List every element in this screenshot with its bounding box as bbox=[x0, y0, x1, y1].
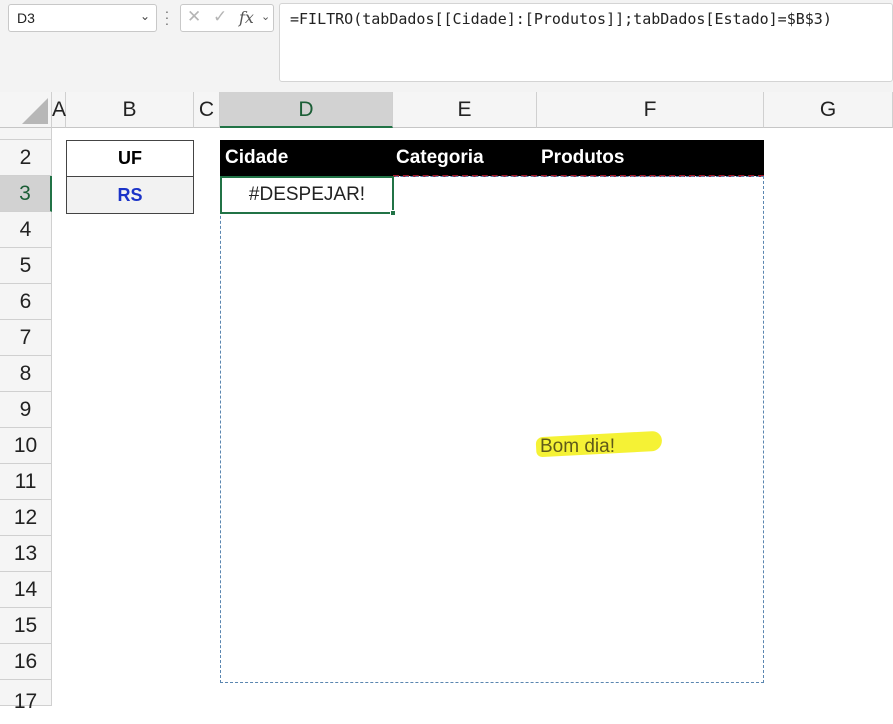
formula-buttons: ✕ ✓ fx ⌄ bbox=[180, 4, 274, 32]
column-header-e[interactable]: E bbox=[393, 92, 537, 128]
column-header-d[interactable]: D bbox=[220, 92, 393, 128]
select-all-corner[interactable] bbox=[0, 92, 52, 128]
row-header-14[interactable]: 14 bbox=[0, 572, 52, 608]
row-header-12[interactable]: 12 bbox=[0, 500, 52, 536]
cancel-icon[interactable]: ✕ bbox=[187, 7, 201, 27]
fill-handle[interactable] bbox=[390, 210, 396, 216]
table-header-cidade[interactable]: Cidade bbox=[225, 140, 288, 176]
name-box-value: D3 bbox=[17, 10, 35, 26]
row-header-5[interactable]: 5 bbox=[0, 248, 52, 284]
chevron-down-icon[interactable]: ⌄ bbox=[140, 9, 150, 23]
row-header-10[interactable]: 10 bbox=[0, 428, 52, 464]
column-header-a[interactable]: A bbox=[52, 92, 66, 128]
row-header-17[interactable]: 17 bbox=[0, 680, 52, 713]
chevron-down-icon[interactable]: ⌄ bbox=[261, 10, 270, 23]
row-header-8[interactable]: 8 bbox=[0, 356, 52, 392]
formula-input[interactable]: =FILTRO(tabDados[[Cidade]:[Produtos]];ta… bbox=[279, 3, 893, 82]
row-header-13[interactable]: 13 bbox=[0, 536, 52, 572]
uf-value-cell[interactable]: RS bbox=[66, 176, 194, 214]
row-header-11[interactable]: 11 bbox=[0, 464, 52, 500]
column-header-c[interactable]: C bbox=[194, 92, 220, 128]
column-header-g[interactable]: G bbox=[764, 92, 893, 128]
uf-label-cell[interactable]: UF bbox=[66, 140, 194, 177]
row-header-2[interactable]: 2 bbox=[0, 140, 52, 176]
row-header-15[interactable]: 15 bbox=[0, 608, 52, 644]
table-header-categoria[interactable]: Categoria bbox=[396, 140, 484, 176]
table-header-row: Cidade Categoria Produtos bbox=[220, 140, 764, 176]
column-header-f[interactable]: F bbox=[537, 92, 764, 128]
insert-function-icon[interactable]: fx bbox=[239, 8, 254, 27]
select-all-icon bbox=[22, 98, 48, 124]
spill-range-border bbox=[220, 176, 764, 683]
table-header-produtos[interactable]: Produtos bbox=[541, 140, 624, 176]
enter-icon[interactable]: ✓ bbox=[213, 7, 227, 27]
row-header-3[interactable]: 3 bbox=[0, 176, 52, 212]
row-header-16[interactable]: 16 bbox=[0, 644, 52, 680]
greeting-note: Bom dia! bbox=[540, 436, 615, 457]
row-header-9[interactable]: 9 bbox=[0, 392, 52, 428]
active-cell-d3[interactable]: #DESPEJAR! bbox=[220, 176, 394, 214]
column-header-b[interactable]: B bbox=[66, 92, 194, 128]
row-header-7[interactable]: 7 bbox=[0, 320, 52, 356]
row-header-4[interactable]: 4 bbox=[0, 212, 52, 248]
more-options-icon[interactable]: · · · bbox=[163, 4, 171, 30]
name-box[interactable]: D3 ⌄ bbox=[8, 4, 157, 32]
row-header-1-partial[interactable] bbox=[0, 128, 52, 140]
row-header-6[interactable]: 6 bbox=[0, 284, 52, 320]
